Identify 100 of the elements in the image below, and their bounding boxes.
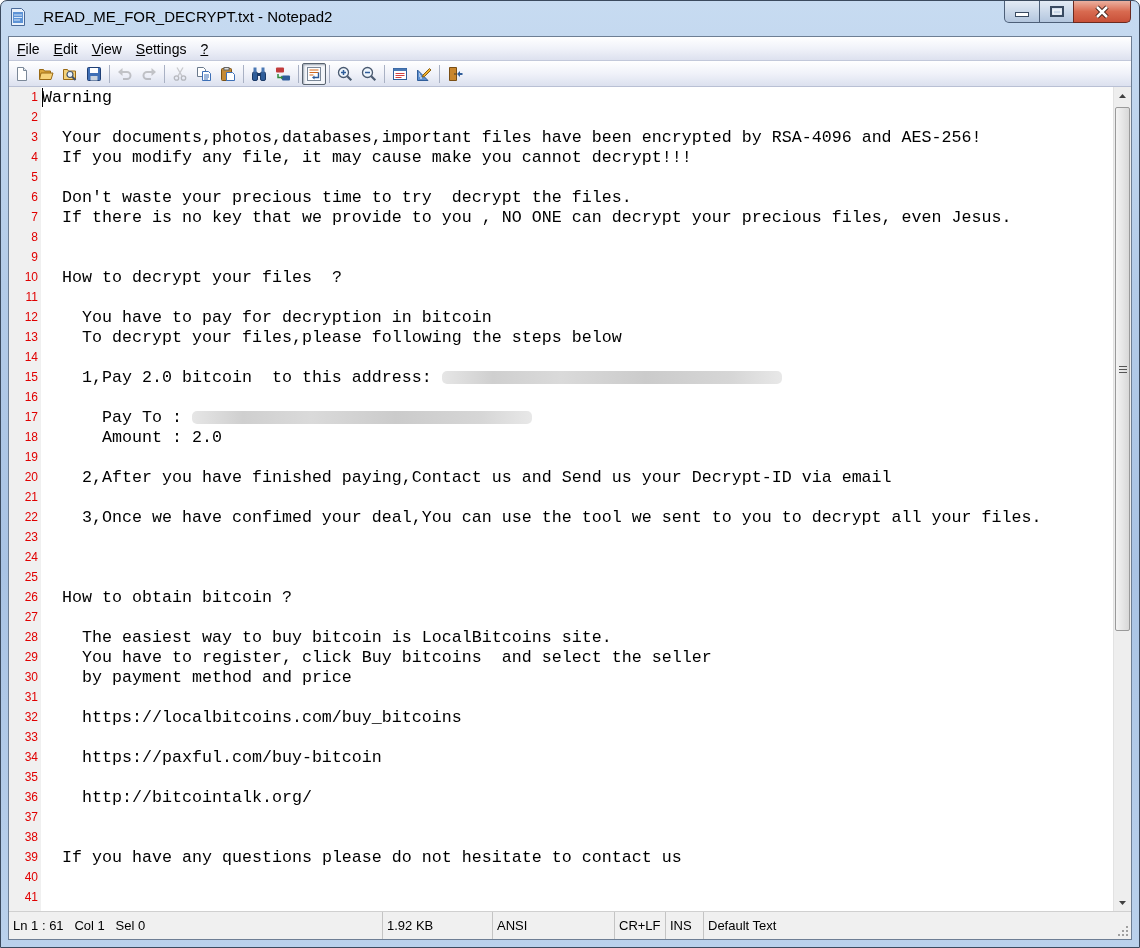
line-number: 13: [24, 330, 38, 344]
line-number: 22: [24, 510, 38, 524]
line-number: 1: [31, 90, 38, 104]
line-number: 35: [24, 770, 38, 784]
document-line: 3,Once we have confimed your deal,You can use the tool we sent to you to decrypt all your files.: [82, 506, 1042, 529]
line-number: 6: [31, 190, 38, 204]
minimize-icon: [1015, 12, 1029, 17]
line-number: 27: [24, 610, 38, 624]
line-number: 21: [24, 490, 38, 504]
document-line: Warning: [42, 87, 112, 109]
caret-up-icon: [1119, 93, 1126, 98]
exit-door-icon: [447, 65, 463, 82]
line-number: 5: [31, 170, 38, 184]
line-number: 14: [24, 350, 38, 364]
document-line: 1,Pay 2.0 bitcoin to this address:: [82, 366, 432, 389]
line-number: 12: [24, 310, 38, 324]
line-number: 26: [24, 590, 38, 604]
line-number: 39: [24, 850, 38, 864]
document-line: If you modify any file, it may cause make you cannot decrypt!!!: [62, 146, 692, 169]
line-number: 41: [24, 890, 38, 904]
clipboard-icon: [220, 65, 236, 82]
caret-down-icon: [1119, 900, 1126, 905]
maximize-button[interactable]: [1040, 1, 1073, 23]
line-number: 40: [24, 870, 38, 884]
line-number: 25: [24, 570, 38, 584]
document-line: The easiest way to buy bitcoin is LocalBitcoins site.: [82, 626, 612, 649]
grip-icon: [1118, 365, 1127, 373]
line-number: 2: [31, 110, 38, 124]
close-icon: [1094, 4, 1110, 19]
word-wrap-icon: [306, 65, 322, 82]
resize-grip-icon: [1118, 926, 1128, 936]
line-number: 31: [24, 690, 38, 704]
maximize-icon: [1049, 6, 1064, 17]
document-line: If there is no key that we provide to you , NO ONE can decrypt your precious files, even Jesus.: [62, 206, 1012, 229]
ruler-pencil-icon: [416, 65, 432, 82]
status-text: INS: [670, 916, 692, 935]
line-number: 19: [24, 450, 38, 464]
zoom-out-icon: [361, 65, 377, 82]
scissors-icon: [172, 65, 188, 82]
line-number: 38: [24, 830, 38, 844]
line-number: 20: [24, 470, 38, 484]
document-line: Pay To :: [102, 406, 182, 429]
document-icon: [10, 7, 26, 27]
line-number: 9: [31, 250, 38, 264]
zoom-in-icon: [337, 65, 353, 82]
line-number: 10: [24, 270, 38, 284]
status-text: Default Text: [708, 916, 777, 935]
line-number: 18: [24, 430, 38, 444]
line-number: 11: [25, 290, 38, 304]
line-number: 23: [24, 530, 38, 544]
scrollbar-thumb[interactable]: [1115, 107, 1130, 631]
minimize-button[interactable]: [1004, 1, 1040, 23]
replace-icon: [275, 65, 291, 82]
copy-icon: [196, 65, 212, 82]
status-text: CR+LF: [619, 916, 661, 935]
line-number: 24: [24, 550, 38, 564]
document-line: https://paxful.com/buy-bitcoin: [82, 746, 382, 769]
binoculars-icon: [251, 65, 267, 82]
line-number: 29: [24, 650, 38, 664]
line-number: 3: [31, 130, 38, 144]
status-text: ANSI: [497, 916, 528, 935]
menu-item[interactable]: Edit: [46, 37, 85, 60]
line-number: 36: [24, 790, 38, 804]
menu-item[interactable]: File: [10, 37, 47, 60]
vertical-scrollbar[interactable]: [1113, 87, 1131, 911]
line-number: 16: [24, 390, 38, 404]
document-line: by payment method and price: [82, 666, 352, 689]
document-line: 2,After you have finished paying,Contact us and Send us your Decrypt-ID via email: [82, 466, 892, 489]
document-line: To decrypt your files,please following the steps below: [82, 326, 622, 349]
document-line: You have to register, click Buy bitcoins and select the seller: [82, 646, 712, 669]
document-line: If you have any questions please do not hesitate to contact us: [62, 846, 682, 869]
close-button[interactable]: [1073, 1, 1131, 23]
document-line: http://bitcointalk.org/: [82, 786, 312, 809]
line-number: 30: [24, 670, 38, 684]
line-number: 17: [24, 410, 38, 424]
document-line: Amount : 2.0: [102, 426, 222, 449]
status-text: 1.92 KB: [387, 916, 434, 935]
line-number: 32: [24, 710, 38, 724]
document-line: How to decrypt your files ?: [62, 266, 342, 289]
document-line: You have to pay for decryption in bitcoin: [82, 306, 492, 329]
line-number: 37: [24, 810, 38, 824]
line-number: 34: [24, 750, 38, 764]
line-number: 7: [31, 210, 38, 224]
line-number: 28: [24, 630, 38, 644]
document-line: https://localbitcoins.com/buy_bitcoins: [82, 706, 462, 729]
toolbar-button[interactable]: [302, 62, 326, 85]
line-number: 15: [24, 370, 38, 384]
line-number: 8: [31, 230, 38, 244]
text-window-icon: [392, 65, 408, 82]
menu-item[interactable]: View: [84, 37, 129, 60]
undo-icon: [117, 65, 133, 82]
menu-item[interactable]: Settings: [128, 37, 194, 60]
line-number: 4: [31, 150, 38, 164]
menu-item[interactable]: ?: [193, 37, 216, 60]
line-number: 33: [24, 730, 38, 744]
document-line: Your documents,photos,databases,important files have been encrypted by RSA-4096 and AES-256!: [62, 126, 982, 149]
new-document-icon: [14, 65, 30, 82]
window-title: _READ_ME_FOR_DECRYPT.txt - Notepad2: [35, 7, 333, 27]
document-line: How to obtain bitcoin ?: [62, 586, 292, 609]
document-line: Don't waste your precious time to try decrypt the files.: [62, 186, 632, 209]
